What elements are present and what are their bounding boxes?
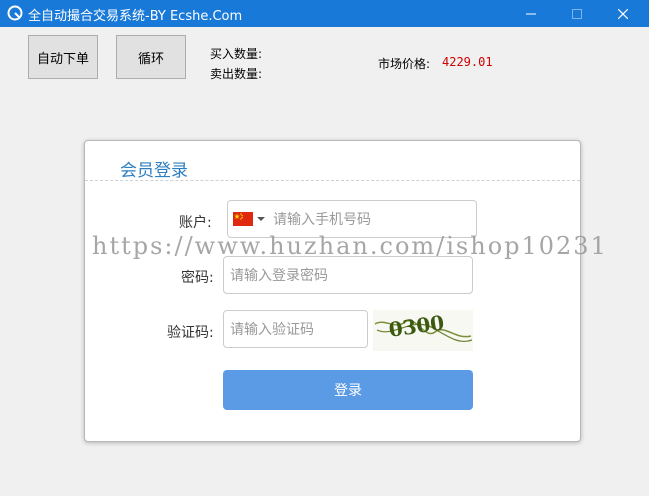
login-panel: 会员登录 账户: 请输入手机号码 密码: 请输入登录密码 验证码: 请输入验证码 — [84, 140, 581, 442]
market-price-value: 4229.01 — [442, 55, 493, 69]
password-label: 密码: — [181, 270, 214, 286]
minimize-button[interactable] — [508, 0, 554, 27]
sell-qty-label: 卖出数量: — [210, 67, 263, 81]
account-label: 账户: — [179, 215, 212, 231]
country-dropdown-icon[interactable] — [257, 217, 265, 221]
app-window: 全自动撮合交易系统-BY Ecshe.Com 自动下单 循环 买入数量: 卖出数… — [0, 0, 649, 496]
account-field[interactable]: 请输入手机号码 — [227, 200, 477, 238]
china-flag-icon[interactable] — [233, 212, 253, 226]
captcha-input[interactable]: 请输入验证码 — [223, 310, 368, 348]
maximize-button[interactable] — [554, 0, 600, 27]
password-placeholder: 请输入登录密码 — [230, 268, 328, 284]
divider — [85, 180, 580, 181]
captcha-placeholder: 请输入验证码 — [230, 322, 314, 338]
close-icon — [618, 8, 628, 19]
auto-order-button[interactable]: 自动下单 — [28, 35, 98, 79]
market-price-label: 市场价格: — [378, 57, 431, 71]
password-input[interactable]: 请输入登录密码 — [223, 256, 473, 294]
minimize-icon — [526, 13, 536, 14]
app-icon — [7, 5, 23, 21]
title-bar[interactable]: 全自动撮合交易系统-BY Ecshe.Com — [0, 0, 649, 27]
window-title: 全自动撮合交易系统-BY Ecshe.Com — [28, 9, 243, 24]
buy-qty-label: 买入数量: — [210, 47, 263, 61]
login-button[interactable]: 登录 — [223, 370, 473, 410]
close-button[interactable] — [600, 0, 646, 27]
loop-button[interactable]: 循环 — [116, 35, 186, 79]
login-title: 会员登录 — [120, 161, 188, 181]
maximize-icon — [572, 8, 582, 19]
captcha-image[interactable]: 0300 — [373, 310, 473, 351]
captcha-label: 验证码: — [167, 325, 214, 341]
account-input[interactable]: 请输入手机号码 — [273, 209, 371, 229]
toolbar: 自动下单 循环 买入数量: 卖出数量: 市场价格: 4229.01 — [10, 27, 638, 89]
